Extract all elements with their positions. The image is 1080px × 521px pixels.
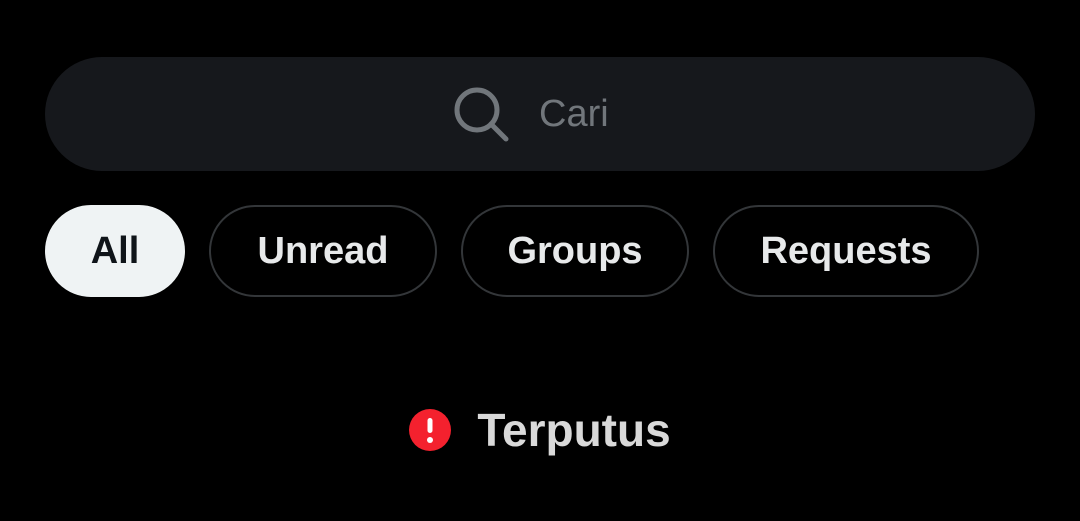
status-text: Terputus: [477, 404, 671, 456]
search-inner: [451, 84, 629, 144]
filter-chip-groups[interactable]: Groups: [461, 205, 689, 297]
search-icon: [454, 87, 509, 142]
filter-chip-all[interactable]: All: [45, 205, 185, 297]
alert-circle-icon: [409, 409, 452, 451]
filter-tabs: All Unread Groups Requests: [45, 205, 979, 297]
messages-screen: All Unread Groups Requests Terputus: [0, 0, 1080, 521]
connection-status: Terputus: [0, 400, 1080, 460]
filter-chip-requests[interactable]: Requests: [713, 205, 979, 297]
search-input[interactable]: [539, 92, 629, 136]
search-bar[interactable]: [45, 57, 1035, 171]
filter-chip-unread[interactable]: Unread: [209, 205, 437, 297]
